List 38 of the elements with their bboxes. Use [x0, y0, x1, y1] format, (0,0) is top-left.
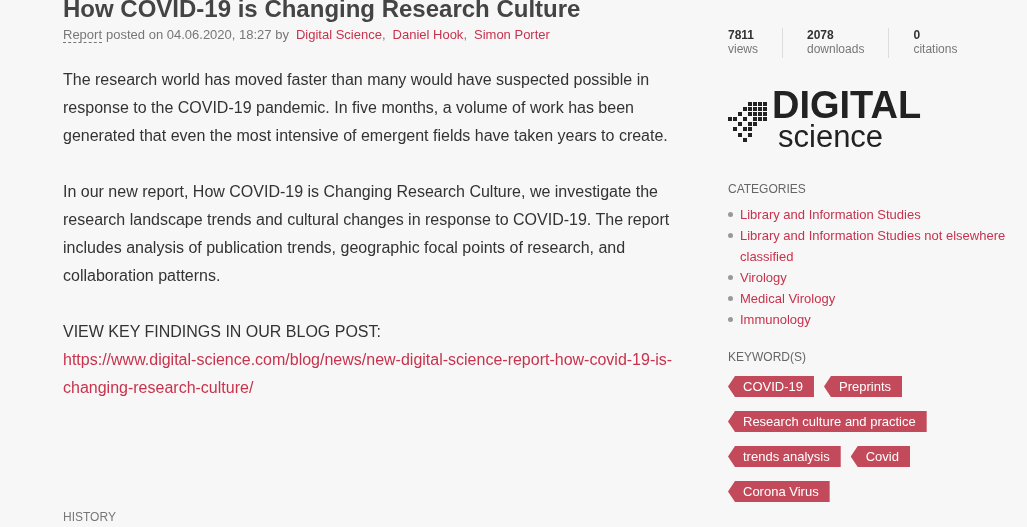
paragraph: In our new report, How COVID-19 is Changing Research Culture, we investigate the research landscape trends and cultural changes in response to COVID-19. The report includes analysis of publication trends, geographic focal points of research, and collaboration patterns.	[63, 182, 671, 286]
article-title: How COVID-19 is Changing Research Culture	[63, 0, 582, 24]
category-link[interactable]: Library and Information Studies not elsewhere classified	[740, 225, 1018, 267]
posted-date: posted on 04.06.2020, 18:27 by	[106, 27, 289, 42]
category-link[interactable]: Virology	[740, 267, 787, 288]
logo-text: science	[778, 122, 885, 152]
stat-label: views	[728, 42, 758, 57]
bullet-icon	[728, 275, 733, 280]
section-heading: KEYWORD(S)	[728, 350, 807, 364]
logo-text: DIGITAL	[772, 88, 922, 122]
item-type-label: Report	[63, 27, 103, 43]
stat-value: 7811	[728, 28, 756, 42]
stat-value: 2078	[807, 28, 835, 42]
keyword-tag[interactable]: trends analysis	[728, 446, 841, 467]
separator: ,	[381, 27, 386, 42]
author-link[interactable]: Digital Science	[295, 27, 382, 42]
paragraph: The research world has moved faster than many would have suspected possible in response to the COVID-19 pandemic. In five months, a volume of work has been generated that even the most intensive of emergent fields have taken years to create.	[63, 70, 669, 146]
separator: ,	[463, 27, 467, 42]
keyword-tag[interactable]: Corona Virus	[728, 481, 830, 502]
bullet-icon	[728, 233, 733, 238]
stat-label: citations	[913, 42, 958, 57]
keyword-tag[interactable]: COVID-19	[728, 376, 814, 397]
section-heading: HISTORY	[63, 510, 116, 524]
category-link[interactable]: Immunology	[740, 309, 811, 330]
blog-link[interactable]: https://www.digital-science.com/blog/news/new-digital-science-report-how-covid-19-is-changing-research-culture/	[63, 346, 683, 402]
bullet-icon	[728, 212, 733, 217]
keyword-tag[interactable]: Covid	[850, 446, 910, 467]
section-heading: CATEGORIES	[728, 182, 807, 196]
blog-label: VIEW KEY FINDINGS IN OUR BLOG POST:	[63, 322, 382, 342]
keyword-tag[interactable]: Research culture and practice	[728, 411, 927, 432]
stat-value: 0	[913, 28, 922, 42]
stat-label: downloads	[807, 42, 865, 57]
bullet-icon	[728, 317, 733, 322]
bullet-icon	[728, 296, 733, 301]
category-link[interactable]: Medical Virology	[740, 288, 836, 309]
keyword-tag[interactable]: Preprints	[823, 376, 902, 397]
category-link[interactable]: Library and Information Studies	[740, 204, 921, 225]
author-link[interactable]: Simon Porter	[474, 27, 550, 42]
